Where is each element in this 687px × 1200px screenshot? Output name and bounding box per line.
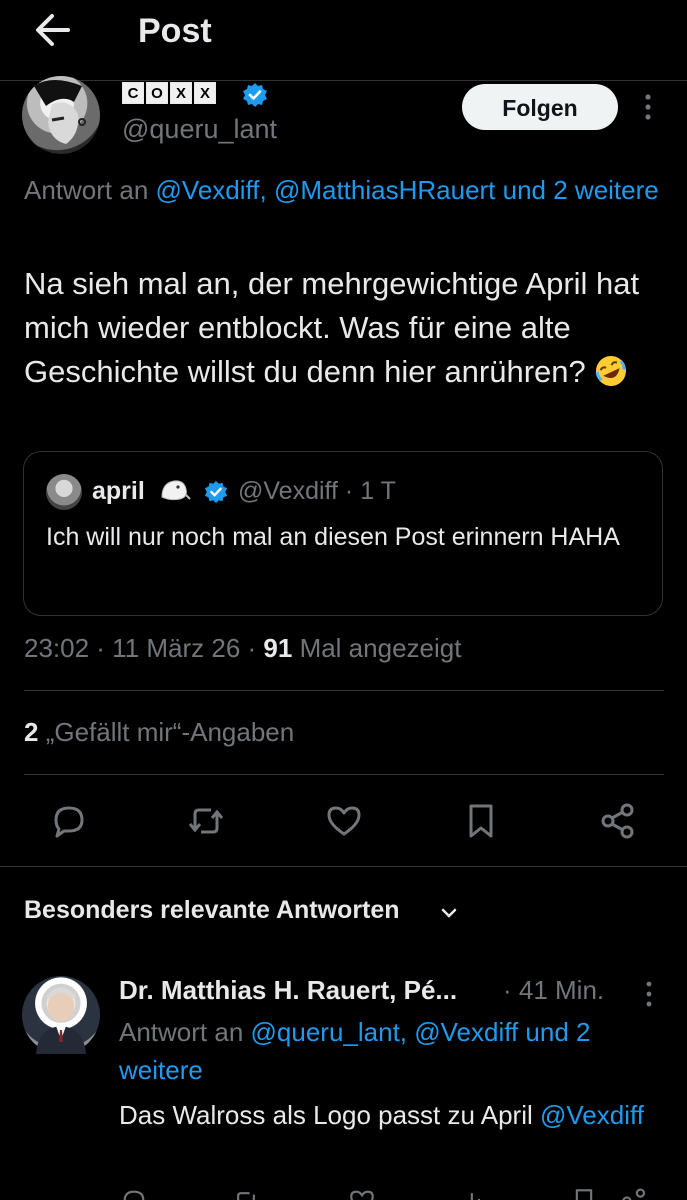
post-text: Na sieh mal an, der mehrgewichtige April… bbox=[24, 262, 674, 394]
likes-summary[interactable]: 2 „Gefällt mir“-Angaben bbox=[24, 717, 294, 748]
likes-count: 2 bbox=[24, 717, 39, 747]
author-handle[interactable]: @queru_lant bbox=[122, 114, 277, 145]
more-icon[interactable] bbox=[636, 92, 660, 122]
reply-to-prefix: Antwort an bbox=[119, 1017, 251, 1047]
divider bbox=[24, 690, 664, 691]
back-arrow-icon[interactable] bbox=[30, 10, 76, 50]
name-letter: X bbox=[194, 82, 216, 104]
reply-icon[interactable] bbox=[48, 800, 90, 842]
reply-body: Das Walross als Logo passt zu April bbox=[119, 1100, 540, 1130]
bookmark-icon[interactable] bbox=[460, 800, 502, 842]
like-icon[interactable] bbox=[347, 1186, 377, 1200]
repost-icon[interactable] bbox=[231, 1186, 261, 1200]
reply-reply-to-line: Antwort an @queru_lant, @Vexdiff und 2 w… bbox=[119, 1013, 679, 1089]
verified-badge-icon[interactable] bbox=[204, 480, 228, 504]
reply-to-mentions[interactable]: @Vexdiff, @MatthiasHRauert und 2 weitere bbox=[156, 175, 659, 205]
verified-badge-icon[interactable] bbox=[242, 82, 268, 108]
repost-icon[interactable] bbox=[185, 800, 227, 842]
reply-text: Das Walross als Logo passt zu April @Vex… bbox=[119, 1096, 679, 1134]
author-avatar[interactable] bbox=[22, 76, 100, 154]
chevron-down-icon[interactable] bbox=[438, 902, 460, 924]
views-count: 91 bbox=[263, 633, 293, 663]
reply-icon[interactable] bbox=[119, 1186, 149, 1200]
author-display-name[interactable]: C O X X bbox=[122, 82, 216, 106]
reply-author-avatar[interactable] bbox=[22, 976, 100, 1054]
share-icon[interactable] bbox=[597, 800, 639, 842]
share-icon[interactable] bbox=[619, 1186, 649, 1200]
name-letter: O bbox=[146, 82, 168, 104]
views-label: Mal angezeigt bbox=[292, 633, 462, 663]
page-title: Post bbox=[138, 12, 212, 50]
quote-author-name[interactable]: april bbox=[92, 477, 145, 506]
like-icon[interactable] bbox=[323, 800, 365, 842]
name-letter: X bbox=[170, 82, 192, 104]
bookmark-icon[interactable] bbox=[569, 1186, 599, 1200]
name-letter: C bbox=[122, 82, 144, 104]
views-icon[interactable] bbox=[459, 1186, 489, 1200]
post-body: Na sieh mal an, der mehrgewichtige April… bbox=[24, 266, 640, 389]
quote-handle-time: @Vexdiff · 1 T bbox=[238, 477, 396, 505]
reply-to-prefix: Antwort an bbox=[24, 175, 156, 205]
more-icon[interactable] bbox=[638, 980, 660, 1008]
reply-time: · 41 Min. bbox=[503, 975, 605, 1005]
rofl-emoji-icon bbox=[594, 354, 628, 388]
quote-text: Ich will nur noch mal an diesen Post eri… bbox=[46, 523, 620, 551]
reply-to-line: Antwort an @Vexdiff, @MatthiasHRauert un… bbox=[24, 171, 664, 209]
header-divider bbox=[0, 80, 687, 81]
sort-label[interactable]: Besonders relevante Antworten bbox=[24, 896, 400, 925]
divider bbox=[24, 774, 664, 775]
follow-button[interactable]: Folgen bbox=[462, 84, 618, 130]
post-time: 23:02 · 11 März 26 · bbox=[24, 633, 264, 663]
reply-mention[interactable]: @Vexdiff bbox=[540, 1100, 644, 1130]
seal-emoji-icon bbox=[158, 475, 192, 505]
reply-author-name[interactable]: Dr. Matthias H. Rauert, Pé... bbox=[119, 975, 457, 1006]
divider bbox=[0, 866, 687, 867]
quote-avatar[interactable] bbox=[46, 474, 82, 510]
likes-label: „Gefällt mir“-Angaben bbox=[38, 717, 295, 747]
reply-action-bar bbox=[119, 1186, 659, 1200]
post-meta: 23:02 · 11 März 26 · 91 Mal angezeigt bbox=[24, 633, 461, 664]
